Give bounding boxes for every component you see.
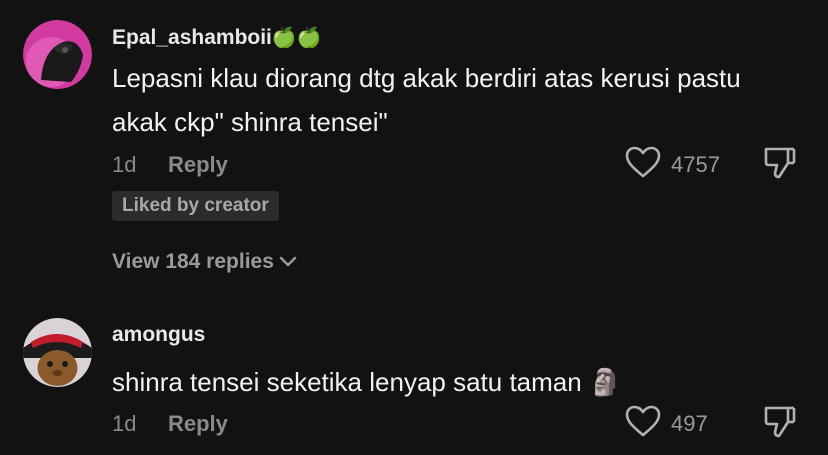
username[interactable]: amongus <box>112 323 205 347</box>
view-replies-button[interactable]: View 184 replies <box>112 250 298 274</box>
like-count: 4757 <box>671 152 720 177</box>
view-replies-label: View 184 replies <box>112 250 274 273</box>
apple-emoji-icon: 🍏🍏 <box>271 27 322 49</box>
comment-text: shinra tensei seketika lenyap satu taman… <box>112 360 752 404</box>
comment-time: 1d <box>112 411 137 436</box>
avatar[interactable] <box>23 20 92 89</box>
reply-button[interactable]: Reply <box>168 152 228 178</box>
liked-by-creator-badge: Liked by creator <box>112 191 279 221</box>
moai-emoji-icon: 🗿 <box>588 367 622 397</box>
thumbs-down-icon[interactable] <box>762 404 798 445</box>
avatar-image <box>23 318 92 387</box>
avatar[interactable] <box>23 318 92 387</box>
comment-time: 1d <box>112 152 137 177</box>
chevron-down-icon <box>279 257 297 267</box>
like-count: 497 <box>671 411 708 436</box>
avatar-image <box>23 20 92 89</box>
comment-text: Lepasni klau diorang dtg akak berdiri at… <box>112 63 741 137</box>
heart-icon[interactable] <box>624 404 662 443</box>
comment-text-body: shinra tensei seketika lenyap satu taman <box>112 367 582 397</box>
thumbs-down-icon[interactable] <box>762 145 798 186</box>
heart-icon[interactable] <box>624 145 662 184</box>
username[interactable]: Epal_ashamboii🍏🍏 <box>112 25 322 50</box>
reply-button[interactable]: Reply <box>168 411 228 437</box>
username-text: Epal_ashamboii <box>112 26 272 49</box>
